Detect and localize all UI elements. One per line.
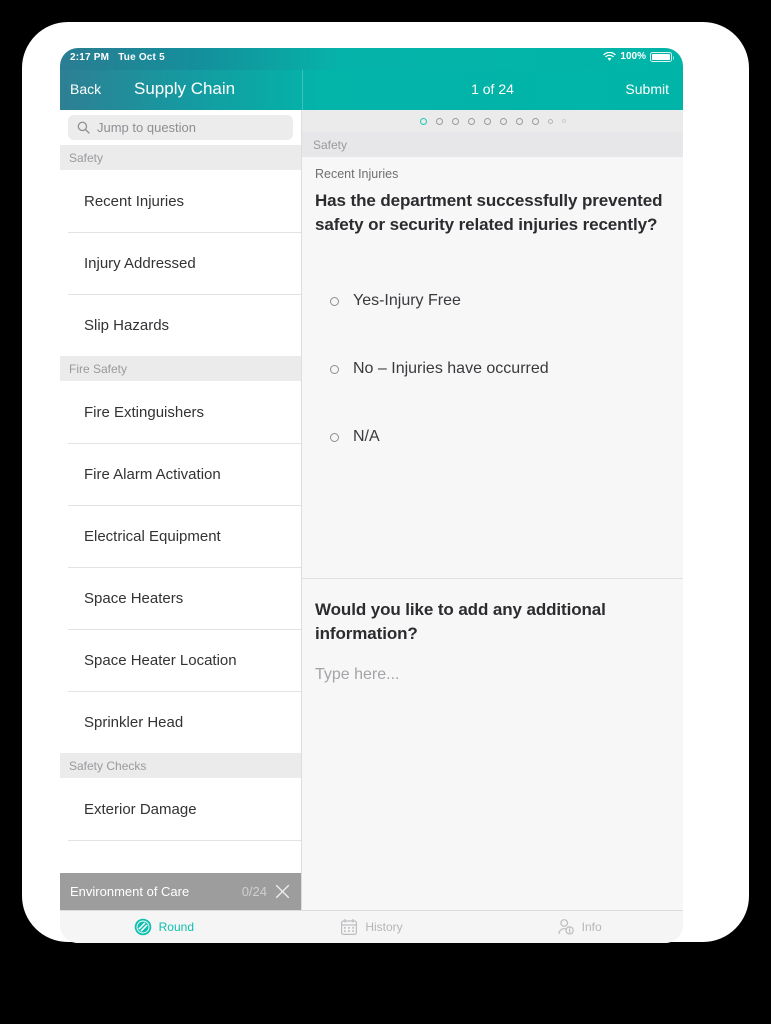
sidebar-item[interactable]: Space Heater Location	[60, 629, 301, 691]
status-time: 2:17 PM	[70, 52, 110, 63]
battery-icon	[650, 51, 674, 62]
question-card: Recent Injuries Has the department succe…	[302, 157, 683, 238]
sidebar-item-label: Electrical Equipment	[84, 527, 221, 545]
sidebar-item-label: Space Heaters	[84, 589, 184, 607]
section-divider	[302, 578, 683, 579]
bottom-tab-bar: Round History Info	[60, 910, 683, 943]
sidebar-item-label: Fire Extinguishers	[84, 403, 205, 421]
answer-options[interactable]: Yes-Injury Free No – Injuries have occurr…	[302, 267, 683, 471]
sidebar-item-label: Sprinkler Head	[84, 713, 184, 731]
radio-icon[interactable]	[330, 432, 339, 442]
followup-text-input[interactable]: Type here...	[315, 666, 670, 684]
battery-percent-label: 100%	[620, 51, 646, 62]
answer-option[interactable]: No – Injuries have occurred	[302, 335, 683, 403]
answer-option[interactable]: N/A	[302, 403, 683, 471]
wifi-icon	[603, 51, 616, 61]
page-dot[interactable]	[561, 119, 566, 123]
radio-icon[interactable]	[330, 364, 339, 374]
sidebar-item[interactable]: Electrical Equipment	[60, 505, 301, 567]
tab-history[interactable]: History	[268, 911, 476, 943]
page-dot[interactable]	[451, 117, 459, 125]
status-date: Tue Oct 5	[118, 52, 165, 63]
answer-option-label: N/A	[353, 428, 380, 445]
round-icon	[134, 918, 151, 936]
close-icon[interactable]	[275, 884, 290, 899]
tab-round[interactable]: Round	[60, 911, 268, 943]
page-dot[interactable]	[419, 117, 427, 125]
status-bar: 2:17 PM Tue Oct 5 100%	[60, 48, 683, 70]
tab-history-label: History	[365, 920, 403, 934]
sidebar-item[interactable]: Sprinkler Head	[60, 691, 301, 753]
question-panel: Safety Recent Injuries Has the departmen…	[302, 110, 683, 943]
status-bar-right: 100%	[603, 51, 674, 62]
page-dot[interactable]	[515, 117, 523, 125]
sidebar: Jump to question Safety Recent Injuries In…	[60, 110, 302, 943]
sidebar-section-header: Fire Safety	[60, 356, 301, 381]
sidebar-item-label: Fire Alarm Activation	[84, 465, 221, 483]
nav-bar: Back Supply Chain 1 of 24 Submit	[60, 70, 683, 110]
round-name-label: Environment of Care	[70, 884, 190, 899]
section-context-label: Safety	[302, 132, 683, 157]
page-dot[interactable]	[547, 118, 553, 124]
page-dot[interactable]	[531, 117, 539, 125]
tab-round-label: Round	[158, 920, 195, 934]
page-dot[interactable]	[483, 117, 491, 125]
tab-info[interactable]: Info	[475, 911, 683, 943]
answer-option-label: No – Injuries have occurred	[353, 360, 549, 377]
calendar-icon	[341, 918, 358, 935]
search-icon	[77, 121, 90, 134]
followup-question: Would you like to add any additional inf…	[315, 600, 606, 644]
search-bar-container: Jump to question	[60, 110, 301, 145]
page-dot[interactable]	[435, 117, 443, 125]
sidebar-item[interactable]: Fire Alarm Activation	[60, 443, 301, 505]
device-frame: 2:17 PM Tue Oct 5 100% Back Supply Chain…	[22, 22, 749, 943]
radio-icon[interactable]	[330, 296, 339, 306]
page-indicator[interactable]	[302, 110, 683, 132]
sidebar-item-label: Slip Hazards	[84, 316, 170, 334]
answer-option-label: Yes-Injury Free	[353, 292, 461, 309]
battery-fill	[652, 53, 670, 60]
sidebar-item[interactable]: Space Heaters	[60, 567, 301, 629]
sidebar-item[interactable]: Injury Addressed	[60, 232, 301, 294]
sidebar-item[interactable]: Fire Extinguishers	[60, 381, 301, 443]
body-wrapper: Jump to question Safety Recent Injuries In…	[60, 110, 683, 943]
submit-button[interactable]: Submit	[625, 81, 669, 97]
sidebar-item[interactable]: Exterior Damage	[60, 778, 301, 840]
sidebar-item-label: Recent Injuries	[84, 192, 185, 210]
page-dot[interactable]	[499, 117, 507, 125]
sidebar-item-label: Space Heater Location	[84, 651, 237, 669]
sidebar-item-label: Injury Addressed	[84, 254, 196, 272]
sidebar-question-list[interactable]: Safety Recent Injuries Injury Addressed Sli…	[60, 145, 301, 943]
page-dot[interactable]	[467, 117, 475, 125]
back-button[interactable]: Back	[70, 81, 101, 97]
person-info-icon	[557, 919, 574, 935]
search-input[interactable]: Jump to question	[68, 115, 293, 140]
round-progress-label: 0/24	[241, 884, 267, 899]
question-text: Has the department successfully prevente…	[315, 191, 663, 235]
sidebar-section-header: Safety	[60, 145, 301, 170]
answer-option[interactable]: Yes-Injury Free	[302, 267, 683, 335]
question-subtitle: Recent Injuries	[315, 167, 399, 181]
page-title: Supply Chain	[134, 79, 236, 98]
sidebar-section-header: Safety Checks	[60, 753, 301, 778]
screen: 2:17 PM Tue Oct 5 100% Back Supply Chain…	[60, 48, 683, 943]
round-progress-bar[interactable]: Environment of Care 0/24	[60, 873, 301, 910]
sidebar-item[interactable]: Slip Hazards	[60, 294, 301, 356]
sidebar-item-label: Exterior Damage	[84, 800, 197, 818]
search-placeholder: Jump to question	[97, 120, 197, 135]
status-bar-left: 2:17 PM Tue Oct 5	[70, 52, 165, 63]
sidebar-item[interactable]: Recent Injuries	[60, 170, 301, 232]
followup-section: Would you like to add any additional inf…	[302, 598, 683, 684]
tab-info-label: Info	[581, 920, 602, 934]
